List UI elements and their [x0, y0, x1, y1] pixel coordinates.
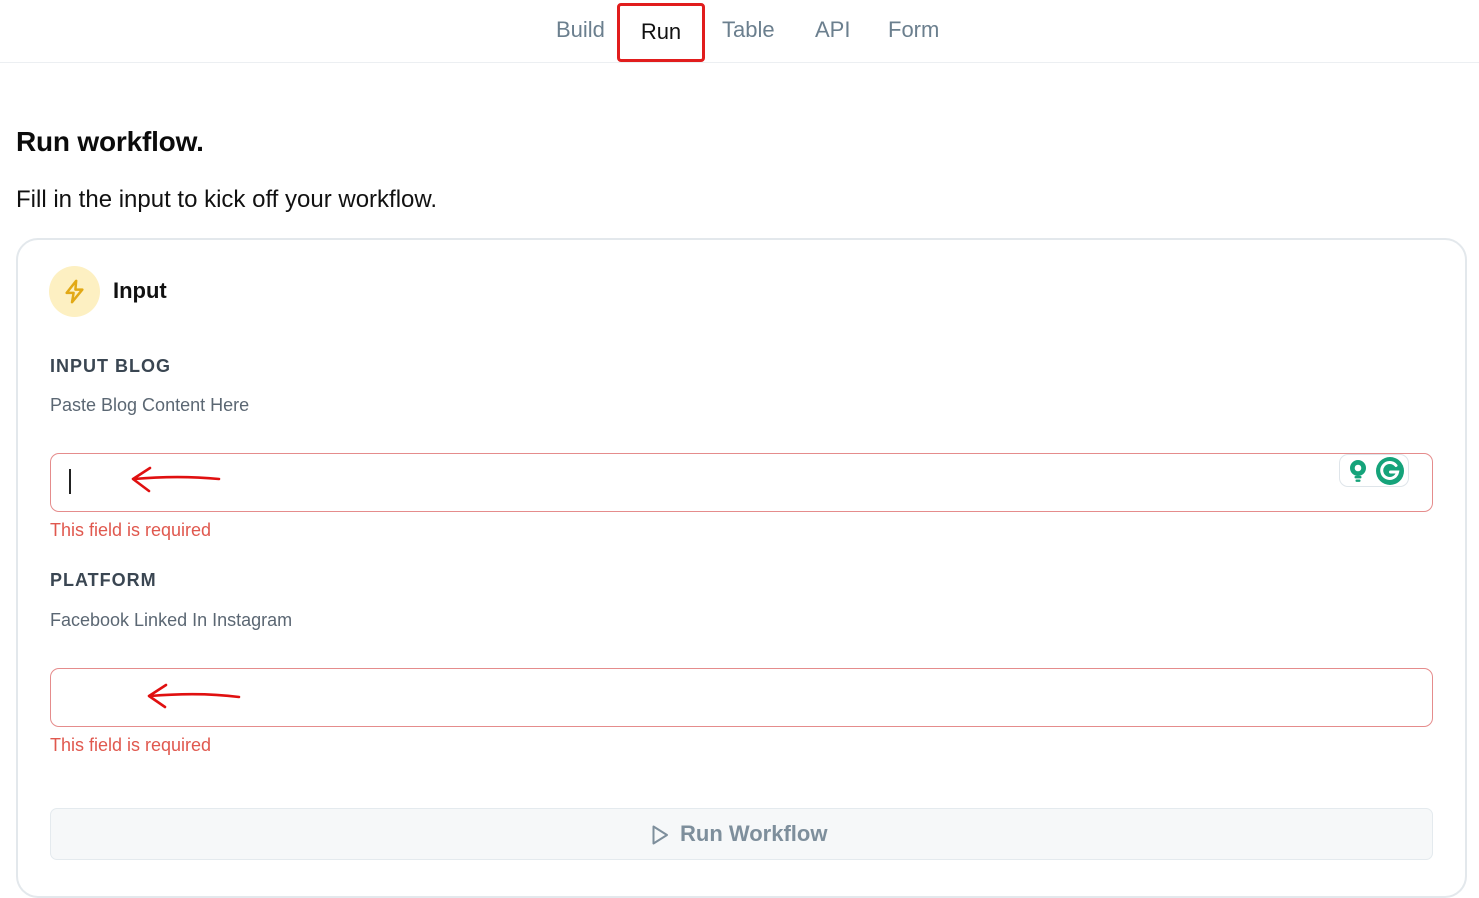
input-blog-field[interactable]: [50, 453, 1433, 512]
platform-description: Facebook Linked In Instagram: [50, 610, 293, 630]
tab-run[interactable]: Run: [617, 3, 705, 62]
input-card: [16, 238, 1467, 898]
platform-label: PLATFORM: [50, 570, 157, 590]
top-nav: Build Run Table API Form: [0, 0, 1479, 63]
tab-form[interactable]: Form: [888, 0, 939, 60]
text-caret: [69, 469, 71, 494]
grammarly-g-icon[interactable]: [1375, 456, 1405, 486]
platform-error: This field is required: [50, 735, 212, 755]
grammarly-widget[interactable]: [1339, 454, 1409, 487]
tab-api[interactable]: API: [815, 0, 850, 60]
annotation-arrow-icon: [147, 683, 241, 709]
run-workflow-label: Run Workflow: [680, 821, 828, 846]
lightning-bolt-icon: [65, 279, 84, 304]
page-title: Run workflow.: [16, 126, 204, 157]
tab-table[interactable]: Table: [722, 0, 775, 60]
page-subtitle: Fill in the input to kick off your workf…: [16, 186, 438, 213]
tab-build[interactable]: Build: [556, 0, 605, 60]
annotation-arrow-icon: [131, 466, 221, 493]
input-blog-error: This field is required: [50, 520, 212, 540]
run-workflow-button[interactable]: Run Workflow: [50, 808, 1433, 860]
input-blog-label: INPUT BLOG: [50, 356, 171, 376]
lightbulb-icon[interactable]: [1347, 459, 1369, 484]
play-icon: [652, 825, 668, 845]
input-blog-description: Paste Blog Content Here: [50, 395, 250, 415]
input-badge: [49, 266, 100, 317]
input-header-label: Input: [113, 278, 167, 303]
platform-field[interactable]: [50, 668, 1433, 727]
